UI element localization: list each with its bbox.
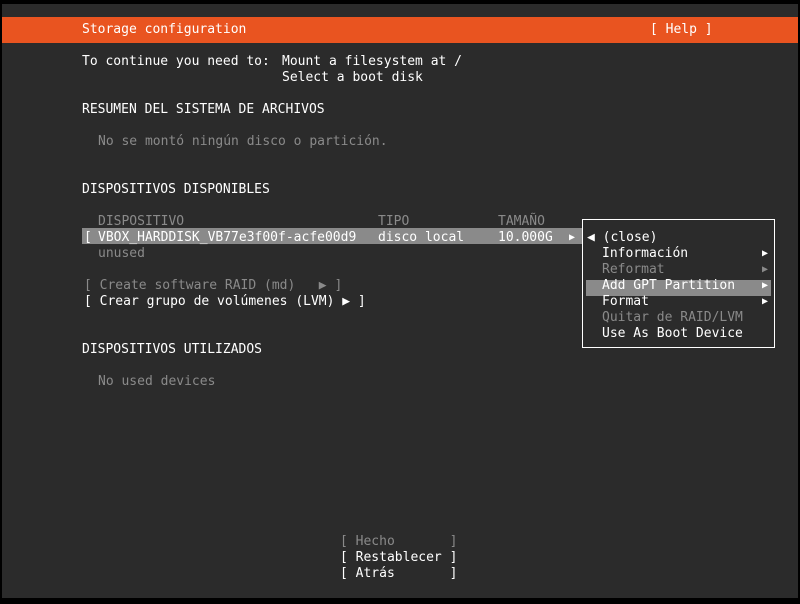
- menu-item-format[interactable]: Format: [602, 294, 649, 310]
- instruction-item: Select a boot disk: [282, 70, 423, 85]
- reset-button[interactable]: [ Restablecer ]: [340, 550, 457, 566]
- instructions-lead: To continue you need to:: [82, 54, 270, 69]
- menu-close-button[interactable]: ◀ (close): [587, 230, 657, 246]
- menu-item-quitar-raid-lvm[interactable]: Quitar de RAID/LVM: [602, 310, 743, 326]
- disk-size: 10.000G: [498, 230, 553, 245]
- filesystem-summary-empty: No se montó ningún disco o partición.: [98, 134, 388, 149]
- submenu-arrow-icon: ▶: [762, 296, 769, 307]
- disk-device-name: VBOX_HARDDISK_VB77e3f00f-acfe00d9: [98, 230, 357, 245]
- used-devices-heading: DISPOSITIVOS UTILIZADOS: [82, 342, 263, 357]
- installer-screen: Storage configuration [ Help ] To contin…: [2, 4, 798, 598]
- filesystem-summary-heading: RESUMEN DEL SISTEMA DE ARCHIVOS: [82, 102, 325, 117]
- help-button[interactable]: [ Help ]: [650, 22, 713, 38]
- submenu-arrow-icon: ▶: [762, 280, 769, 291]
- back-button[interactable]: [ Atrás ]: [340, 566, 457, 582]
- menu-item-use-as-boot-device[interactable]: Use As Boot Device: [602, 326, 743, 342]
- available-devices-heading: DISPOSITIVOS DISPONIBLES: [82, 182, 270, 197]
- menu-item-add-gpt-partition[interactable]: Add GPT Partition: [602, 278, 735, 294]
- done-button[interactable]: [ Hecho ]: [340, 534, 457, 550]
- create-lvm-button[interactable]: [ Crear grupo de volúmenes (LVM) ▶ ]: [84, 294, 366, 310]
- disk-context-menu: ◀ (close) Información ▶ Reformat ▶ Add G…: [582, 219, 775, 348]
- disk-type: disco local: [378, 230, 465, 245]
- instruction-item: Mount a filesystem at /: [282, 54, 463, 69]
- disk-usage-status: unused: [98, 246, 145, 261]
- disk-row-bracket: [: [84, 230, 92, 245]
- menu-item-reformat[interactable]: Reformat: [602, 262, 665, 278]
- menu-item-informacion[interactable]: Información: [602, 246, 688, 262]
- used-devices-empty: No used devices: [98, 374, 216, 389]
- page-title: Storage configuration: [82, 22, 247, 37]
- submenu-arrow-icon: ▶: [762, 248, 769, 259]
- submenu-arrow-icon: ▶: [762, 264, 769, 275]
- disk-menu-arrow-icon[interactable]: ▶: [569, 230, 575, 246]
- create-raid-button[interactable]: [ Create software RAID (md) ▶ ]: [84, 278, 342, 294]
